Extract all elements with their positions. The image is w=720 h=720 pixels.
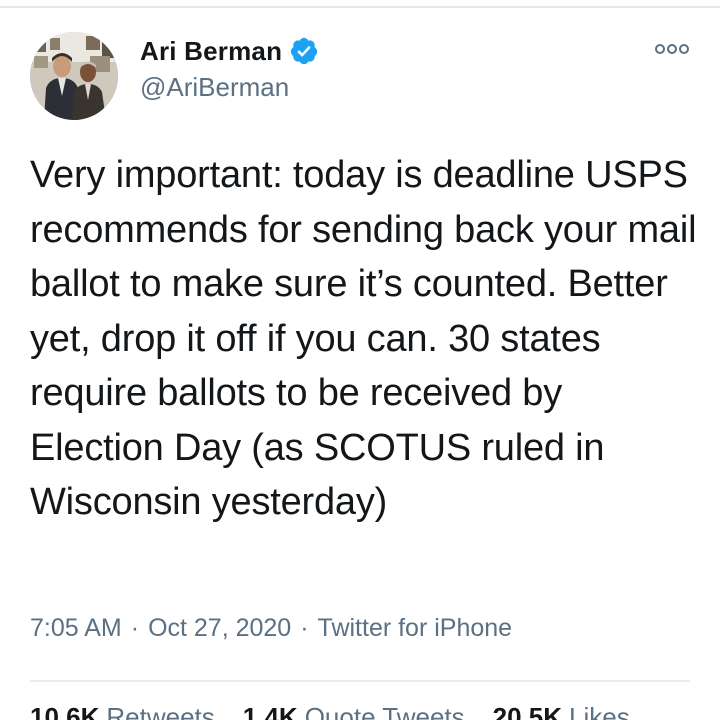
retweets-count: 10.6K [30,702,100,720]
more-options-icon [655,44,689,54]
author-name-row[interactable]: Ari Berman [140,34,319,68]
top-divider [0,6,720,8]
likes-stat[interactable]: 20.5K Likes [493,702,630,720]
likes-count: 20.5K [492,702,563,720]
tweet-time[interactable]: 7:05 AM [30,614,122,643]
quote-tweets-stat[interactable]: 1.4K Quote Tweets [243,702,465,720]
stats-divider [30,680,690,682]
avatar[interactable] [30,32,118,120]
tweet-stats: 10.6K Retweets 1.4K Quote Tweets 20.5K L… [30,702,658,720]
retweets-label: Retweets [106,702,215,720]
tweet-meta: 7:05 AM · Oct 27, 2020 · Twitter for iPh… [30,614,512,643]
tweet-source[interactable]: Twitter for iPhone [318,614,513,643]
retweets-stat[interactable]: 10.6K Retweets [30,702,215,720]
meta-separator: · [300,614,309,642]
author-handle[interactable]: @AriBerman [140,72,289,103]
quote-tweets-label: Quote Tweets [304,702,465,720]
tweet-date[interactable]: Oct 27, 2020 [148,614,291,643]
avatar-photo [30,32,118,120]
likes-label: Likes [569,702,630,720]
tweet-screen: Ari Berman @AriBerman Very important: to… [0,0,720,720]
more-options-button[interactable] [652,38,692,60]
verified-badge-icon [289,36,319,66]
tweet-text: Very important: today is deadline USPS r… [30,154,707,523]
meta-separator: · [130,614,140,642]
quote-tweets-count: 1.4K [242,702,298,720]
author-display-name[interactable]: Ari Berman [140,36,282,67]
